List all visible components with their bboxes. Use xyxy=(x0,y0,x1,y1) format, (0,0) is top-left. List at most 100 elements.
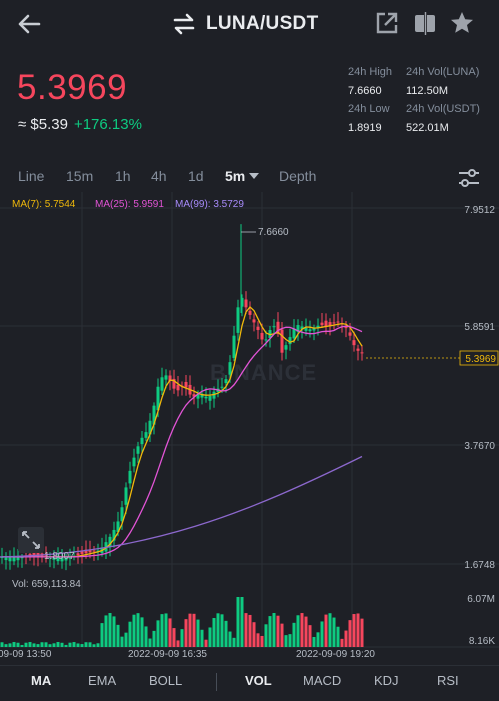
volume-bar-75 xyxy=(296,615,300,647)
candle-body-58 xyxy=(228,362,232,375)
volume-bar-23 xyxy=(88,642,92,647)
volume-bar-65 xyxy=(256,633,260,647)
volume-bar-76 xyxy=(300,613,304,647)
tab-1d[interactable]: 1d xyxy=(188,168,204,184)
kline-chart[interactable]: BINANCE MA(7): 5.7544 MA(25): 5.9591 MA(… xyxy=(0,192,499,662)
volume-axis-max: 6.07M xyxy=(467,594,495,605)
chart-settings-icon[interactable] xyxy=(458,168,480,188)
volume-bar-62 xyxy=(244,613,248,647)
tab-depth[interactable]: Depth xyxy=(279,168,316,184)
volume-bar-51 xyxy=(200,629,204,647)
volume-bar-18 xyxy=(68,642,72,647)
volume-bar-87 xyxy=(344,630,348,647)
time-axis-label-1: 09-09 13:50 xyxy=(0,649,52,660)
volume-bar-72 xyxy=(284,635,288,647)
volume-bar-86 xyxy=(340,638,344,647)
ma25-label: MA(25): 5.9591 xyxy=(95,199,164,210)
volume-bar-7 xyxy=(24,642,28,647)
volume-bar-57 xyxy=(224,620,228,647)
candle-body-24 xyxy=(92,550,96,552)
indicator-tab-rsi[interactable]: RSI xyxy=(437,673,459,688)
indicator-tab-macd[interactable]: MACD xyxy=(303,673,341,688)
volume-bar-53 xyxy=(208,627,212,647)
volume-bar-5 xyxy=(16,642,20,647)
indicator-tab-ma[interactable]: MA xyxy=(31,673,51,688)
volume-bar-32 xyxy=(124,632,128,647)
high-marker: 7.6660 xyxy=(258,227,289,238)
candle-body-20 xyxy=(76,553,80,556)
candles-group xyxy=(0,224,364,571)
expand-icon[interactable] xyxy=(18,527,44,553)
price-axis-label-2: 5.8591 xyxy=(464,322,495,333)
stat-label-low: 24h Low xyxy=(348,103,390,115)
indicator-tab-boll[interactable]: BOLL xyxy=(149,673,182,688)
candle-body-63 xyxy=(248,310,252,315)
candle-body-84 xyxy=(332,322,336,324)
ma7-line xyxy=(2,305,363,558)
split-view-icon[interactable] xyxy=(412,10,438,36)
stat-label-vol-luna: 24h Vol(LUNA) xyxy=(406,66,480,78)
volume-bar-77 xyxy=(304,616,308,647)
volume-bar-6 xyxy=(20,644,24,647)
volume-bar-28 xyxy=(108,613,112,647)
candle-body-64 xyxy=(252,319,256,323)
volume-bar-37 xyxy=(144,626,148,647)
volume-bar-22 xyxy=(84,642,88,647)
last-price: 5.3969 xyxy=(17,68,128,107)
interval-tabs: Line 15m 1h 4h 1d 5m Depth xyxy=(0,168,499,190)
volume-bar-13 xyxy=(48,644,52,647)
current-price-tag: 5.3969 xyxy=(465,354,496,365)
indicator-tab-ema[interactable]: EMA xyxy=(88,673,116,688)
volume-bar-54 xyxy=(212,618,216,647)
volume-bar-56 xyxy=(220,614,224,647)
volume-bar-45 xyxy=(176,640,180,647)
candle-body-56 xyxy=(220,386,224,388)
tab-line[interactable]: Line xyxy=(18,168,44,184)
pair-selector[interactable]: LUNA/USDT xyxy=(172,10,318,38)
volume-bar-21 xyxy=(80,644,84,647)
volume-bar-44 xyxy=(172,628,176,647)
tab-4h[interactable]: 4h xyxy=(151,168,167,184)
tab-5m[interactable]: 5m xyxy=(225,168,245,184)
candle-body-79 xyxy=(312,328,316,331)
stat-value-low: 1.8919 xyxy=(348,122,382,134)
volume-bar-67 xyxy=(264,624,268,647)
price-axis-label-3: 3.7670 xyxy=(464,441,495,452)
volume-bar-4 xyxy=(12,642,16,647)
moving-averages xyxy=(0,305,363,558)
candle-body-57 xyxy=(224,379,228,384)
candle-body-72 xyxy=(284,345,288,350)
volume-bar-66 xyxy=(260,635,264,647)
volume-bar-2 xyxy=(4,644,8,647)
stat-label-vol-usdt: 24h Vol(USDT) xyxy=(406,103,480,115)
star-icon[interactable] xyxy=(449,10,475,36)
indicator-tab-kdj[interactable]: KDJ xyxy=(374,673,399,688)
tab-1h[interactable]: 1h xyxy=(115,168,131,184)
indicator-tabs: MA EMA BOLL VOL MACD KDJ RSI xyxy=(0,665,499,701)
candle-body-73 xyxy=(288,337,292,345)
volume-bar-79 xyxy=(312,637,316,647)
ma99-line xyxy=(0,455,363,558)
indicator-tab-vol[interactable]: VOL xyxy=(245,673,272,688)
volume-bar-59 xyxy=(232,637,236,647)
external-link-icon[interactable] xyxy=(374,10,400,36)
volume-bar-60 xyxy=(236,597,240,647)
volume-bar-29 xyxy=(112,616,116,647)
tab-15m[interactable]: 15m xyxy=(66,168,93,184)
candle-body-81 xyxy=(320,322,324,326)
volume-bar-12 xyxy=(44,642,48,647)
volume-axis-min: 8.16K xyxy=(469,636,495,647)
candle-body-41 xyxy=(160,377,164,391)
candle-body-69 xyxy=(272,326,276,328)
candle-body-85 xyxy=(336,321,340,323)
volume-bar-42 xyxy=(164,613,168,647)
candle-body-37 xyxy=(144,432,148,438)
volume-bar-43 xyxy=(168,618,172,647)
volume-bar-58 xyxy=(228,631,232,647)
back-arrow-icon[interactable] xyxy=(14,9,44,39)
low-marker: 1.8007 xyxy=(44,551,75,562)
candle-body-90 xyxy=(356,348,360,351)
volume-bar-30 xyxy=(116,624,120,647)
stat-value-high: 7.6660 xyxy=(348,85,382,97)
volume-bar-50 xyxy=(196,619,200,647)
